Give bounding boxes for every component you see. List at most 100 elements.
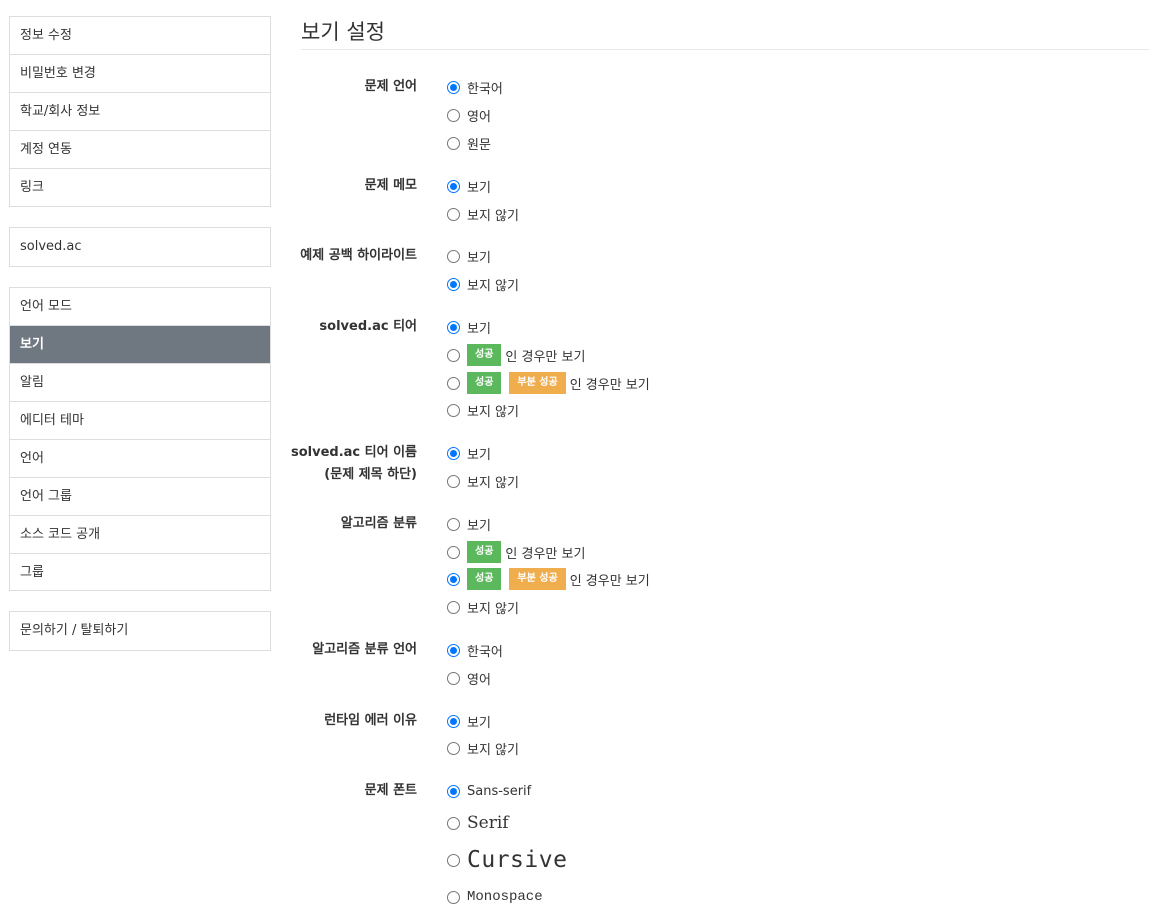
radio-unchecked-icon[interactable] bbox=[447, 517, 460, 531]
radio-example-whitespace-hide[interactable]: 보지 않기 bbox=[447, 274, 519, 294]
radio-algo-success-partial-only[interactable]: 성공 부분 성공 인 경우만 보기 bbox=[447, 568, 650, 590]
radio-unchecked-icon[interactable] bbox=[447, 600, 460, 614]
nav-item-change-password[interactable]: 비밀번호 변경 bbox=[10, 55, 270, 93]
option-label: Monospace bbox=[467, 889, 543, 905]
radio-tier-success-partial-only[interactable]: 성공 부분 성공 인 경우만 보기 bbox=[447, 372, 650, 394]
setting-label-solvedac-tier: solved.ac 티어 bbox=[319, 319, 417, 334]
radio-unchecked-icon[interactable] bbox=[447, 348, 460, 362]
radio-example-whitespace-show[interactable]: 보기 bbox=[447, 246, 491, 266]
option-label: 보지 않기 bbox=[467, 208, 519, 224]
option-label: 인 경우만 보기 bbox=[569, 573, 650, 589]
radio-font-monospace[interactable]: Monospace bbox=[447, 885, 543, 909]
radio-tier-name-hide[interactable]: 보지 않기 bbox=[447, 471, 519, 491]
radio-font-sans-serif[interactable]: Sans-serif bbox=[447, 781, 531, 801]
nav-item-view[interactable]: 보기 bbox=[10, 326, 270, 364]
nav-item-edit-info[interactable]: 정보 수정 bbox=[10, 17, 270, 55]
option-label: 인 경우만 보기 bbox=[505, 546, 586, 562]
setting-label-algorithm-tags-language: 알고리즘 분류 언어 bbox=[312, 642, 417, 657]
radio-algo-hide[interactable]: 보지 않기 bbox=[447, 597, 519, 617]
radio-unchecked-icon[interactable] bbox=[447, 136, 460, 150]
radio-checked-icon[interactable] bbox=[447, 277, 460, 291]
radio-unchecked-icon[interactable] bbox=[447, 545, 460, 559]
option-label: 보지 않기 bbox=[467, 475, 519, 491]
option-label: 보기 bbox=[467, 180, 491, 196]
radio-checked-icon[interactable] bbox=[447, 643, 460, 657]
radio-checked-icon[interactable] bbox=[447, 320, 460, 334]
nav-item-account-link[interactable]: 계정 연동 bbox=[10, 131, 270, 169]
radio-font-cursive[interactable]: Cursive bbox=[447, 845, 567, 875]
radio-runtime-error-hide[interactable]: 보지 않기 bbox=[447, 738, 519, 758]
radio-checked-icon[interactable] bbox=[447, 446, 460, 460]
option-label: 인 경우만 보기 bbox=[505, 349, 586, 365]
radio-checked-icon[interactable] bbox=[447, 179, 460, 193]
radio-unchecked-icon[interactable] bbox=[447, 853, 460, 867]
radio-unchecked-icon[interactable] bbox=[447, 403, 460, 417]
setting-label-problem-memo: 문제 메모 bbox=[364, 178, 417, 193]
option-label: Sans-serif bbox=[467, 783, 532, 799]
radio-runtime-error-show[interactable]: 보기 bbox=[447, 711, 491, 731]
nav-item-source-code-public[interactable]: 소스 코드 공개 bbox=[10, 516, 270, 554]
option-label: 보지 않기 bbox=[467, 404, 519, 420]
radio-tier-hide[interactable]: 보지 않기 bbox=[447, 400, 519, 420]
nav-item-contact-withdraw[interactable]: 문의하기 / 탈퇴하기 bbox=[10, 612, 270, 649]
option-label: 한국어 bbox=[467, 644, 503, 660]
radio-unchecked-icon[interactable] bbox=[447, 474, 460, 488]
radio-algo-lang-english[interactable]: 영어 bbox=[447, 668, 491, 688]
nav-group-account: 정보 수정 비밀번호 변경 학교/회사 정보 계정 연동 링크 bbox=[9, 16, 271, 207]
nav-item-notifications[interactable]: 알림 bbox=[10, 364, 270, 402]
setting-label-example-whitespace: 예제 공백 하이라이트 bbox=[300, 248, 417, 263]
nav-item-links[interactable]: 링크 bbox=[10, 169, 270, 206]
option-label: 보기 bbox=[467, 518, 491, 534]
radio-tier-show[interactable]: 보기 bbox=[447, 317, 491, 337]
badge-success: 성공 bbox=[467, 568, 502, 590]
option-label: 인 경우만 보기 bbox=[569, 377, 650, 393]
option-label: Cursive bbox=[467, 847, 568, 873]
option-label: 보지 않기 bbox=[467, 278, 519, 294]
radio-checked-icon[interactable] bbox=[447, 714, 460, 728]
radio-algo-show[interactable]: 보기 bbox=[447, 514, 491, 534]
nav-item-groups[interactable]: 그룹 bbox=[10, 554, 270, 591]
nav-group-solvedac: solved.ac bbox=[9, 227, 271, 267]
radio-unchecked-icon[interactable] bbox=[447, 671, 460, 685]
option-label: 보기 bbox=[467, 321, 491, 337]
radio-problem-memo-hide[interactable]: 보지 않기 bbox=[447, 204, 519, 224]
setting-label-solvedac-tier-name: solved.ac 티어 이름 (문제 제목 하단) bbox=[277, 443, 417, 485]
nav-item-editor-theme[interactable]: 에디터 테마 bbox=[10, 402, 270, 440]
settings-sidebar: 정보 수정 비밀번호 변경 학교/회사 정보 계정 연동 링크 solved.a… bbox=[9, 16, 271, 671]
nav-item-school-company[interactable]: 학교/회사 정보 bbox=[10, 93, 270, 131]
radio-problem-language-english[interactable]: 영어 bbox=[447, 105, 491, 125]
badge-success: 성공 bbox=[467, 372, 502, 394]
radio-tier-name-show[interactable]: 보기 bbox=[447, 443, 491, 463]
nav-item-language-group[interactable]: 언어 그룹 bbox=[10, 478, 270, 516]
option-label: 한국어 bbox=[467, 81, 503, 97]
option-label: Serif bbox=[467, 813, 509, 833]
nav-item-solvedac[interactable]: solved.ac bbox=[10, 228, 270, 265]
radio-algo-success-only[interactable]: 성공 인 경우만 보기 bbox=[447, 541, 585, 563]
badge-success: 성공 bbox=[467, 344, 502, 366]
title-divider bbox=[301, 49, 1149, 50]
radio-problem-language-original[interactable]: 원문 bbox=[447, 133, 491, 153]
radio-unchecked-icon[interactable] bbox=[447, 741, 460, 755]
page-title: 보기 설정 bbox=[301, 20, 385, 44]
radio-algo-lang-korean[interactable]: 한국어 bbox=[447, 640, 503, 660]
option-label: 영어 bbox=[467, 672, 491, 688]
radio-unchecked-icon[interactable] bbox=[447, 816, 460, 830]
radio-unchecked-icon[interactable] bbox=[447, 890, 460, 904]
option-label: 보기 bbox=[467, 250, 491, 266]
radio-unchecked-icon[interactable] bbox=[447, 249, 460, 263]
radio-font-serif[interactable]: Serif bbox=[447, 811, 509, 835]
radio-checked-icon[interactable] bbox=[447, 80, 460, 94]
radio-unchecked-icon[interactable] bbox=[447, 376, 460, 390]
label-line-2: (문제 제목 하단) bbox=[324, 467, 417, 482]
nav-item-language-mode[interactable]: 언어 모드 bbox=[10, 288, 270, 326]
radio-unchecked-icon[interactable] bbox=[447, 207, 460, 221]
option-label: 원문 bbox=[467, 137, 491, 153]
label-line-1: solved.ac 티어 이름 bbox=[290, 445, 417, 460]
radio-problem-memo-show[interactable]: 보기 bbox=[447, 176, 491, 196]
radio-checked-icon[interactable] bbox=[447, 784, 460, 798]
radio-problem-language-korean[interactable]: 한국어 bbox=[447, 77, 503, 97]
nav-item-language[interactable]: 언어 bbox=[10, 440, 270, 478]
radio-checked-icon[interactable] bbox=[447, 572, 460, 586]
radio-tier-success-only[interactable]: 성공 인 경우만 보기 bbox=[447, 344, 585, 366]
radio-unchecked-icon[interactable] bbox=[447, 108, 460, 122]
